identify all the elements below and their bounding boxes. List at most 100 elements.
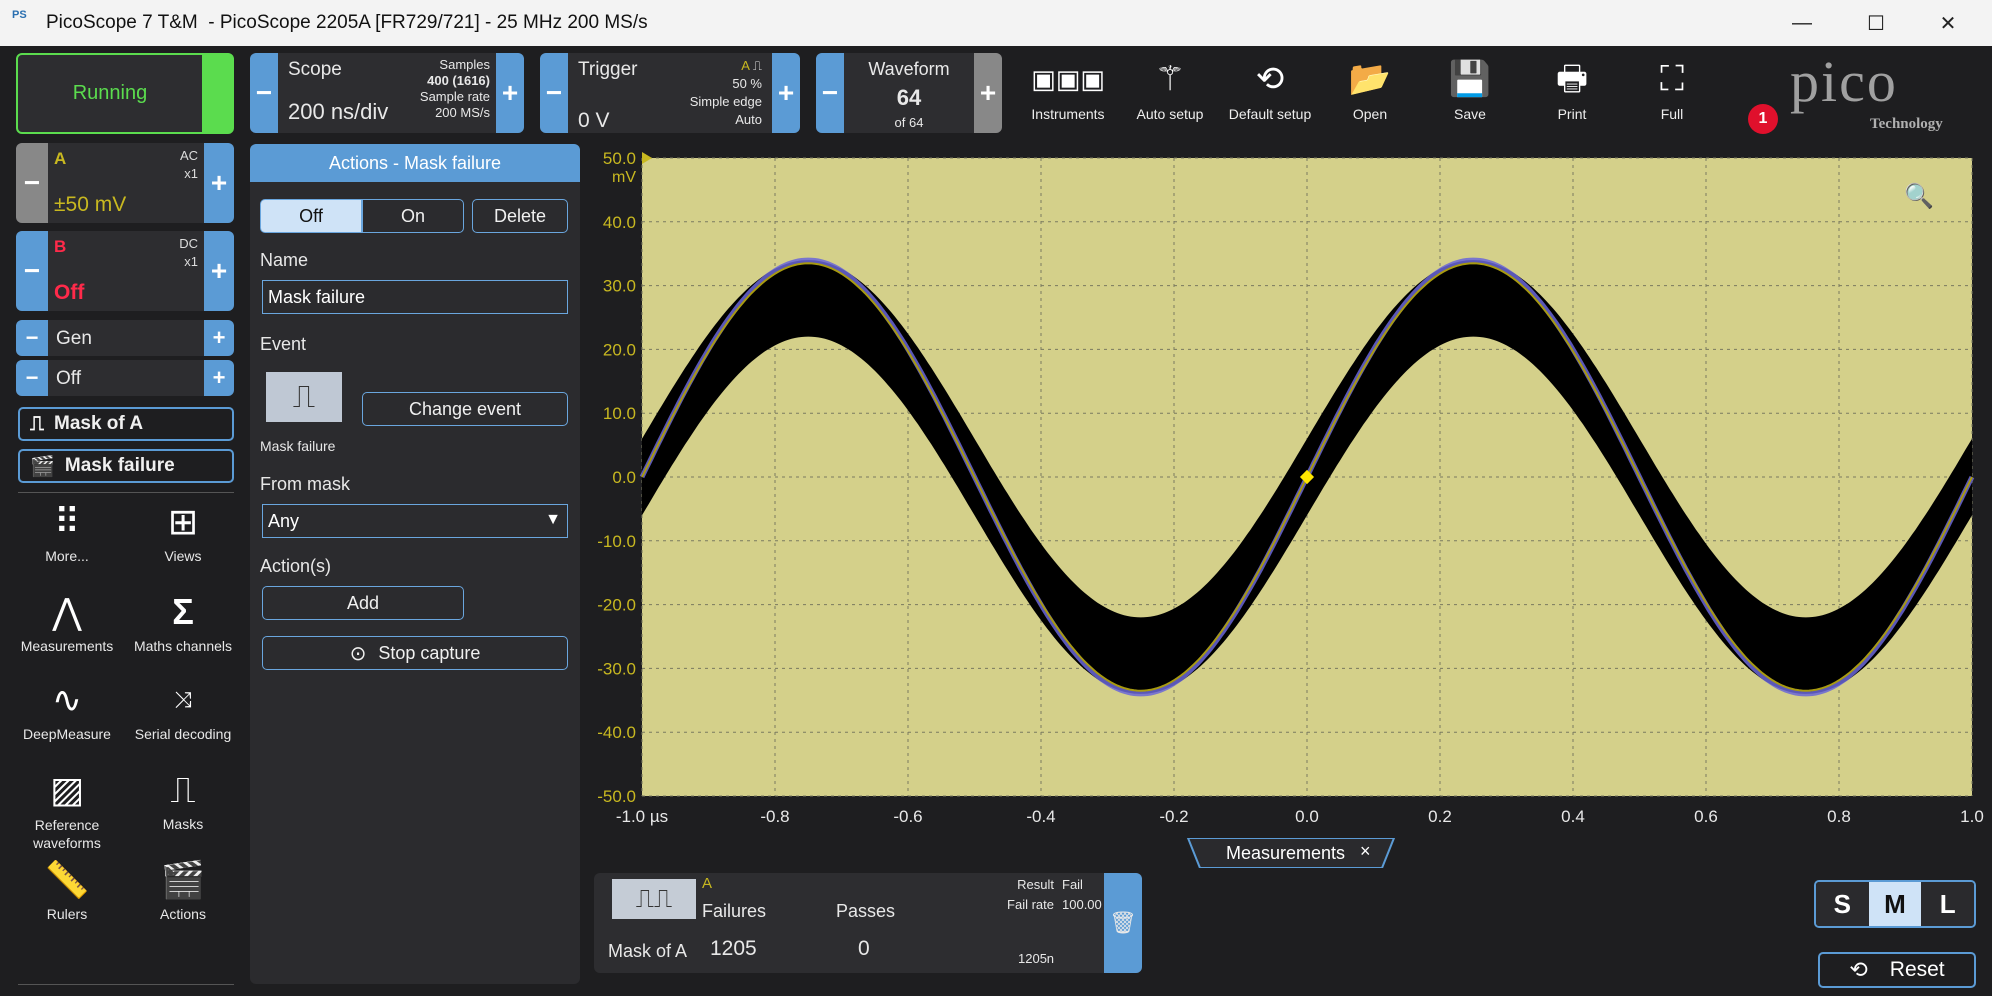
auto-setup-label: Auto setup (1136, 106, 1204, 122)
action-name-field[interactable]: Mask failure (262, 280, 568, 314)
minimize-icon[interactable]: — (1782, 8, 1822, 38)
open-button[interactable]: 📂 Open (1322, 52, 1418, 122)
size-selector[interactable]: S M L (1814, 880, 1976, 928)
zoom-in-icon[interactable]: 🔍 (1904, 182, 1934, 211)
gen-state-increase-button[interactable]: + (204, 360, 234, 396)
channel-b-probe: x1 (184, 254, 198, 269)
full-screen-button[interactable]: ⛶ Full (1624, 52, 1720, 122)
clapper-icon: 🎬 (30, 455, 55, 478)
trigger-increase-button[interactable]: + (772, 53, 800, 133)
channel-a-control[interactable]: − A AC x1 ±50 mV + (16, 143, 234, 223)
gen-increase-button[interactable]: + (204, 320, 234, 356)
save-button[interactable]: 💾 Save (1422, 52, 1518, 122)
run-stop-button[interactable]: Running (16, 53, 234, 134)
close-icon[interactable]: ✕ (1928, 8, 1968, 38)
result-labels: Result Fail rate (966, 875, 1054, 915)
print-button[interactable]: 🖶 Print (1524, 52, 1620, 122)
size-m-button[interactable]: M (1868, 882, 1922, 926)
trigger-decrease-button[interactable]: − (540, 53, 568, 133)
deepmeasure-tool-button[interactable]: ∿ DeepMeasure (12, 676, 122, 742)
x-tick-label: -0.2 (1159, 807, 1188, 826)
size-l-button[interactable]: L (1921, 882, 1974, 926)
sample-rate-label: Sample rate (419, 89, 490, 104)
deepmeasure-tool-label: DeepMeasure (23, 726, 111, 742)
x-tick-label: 1.0 (1960, 807, 1984, 826)
x-tick-label: 0.0 (1295, 807, 1319, 826)
trash-icon: 🗑 (1109, 910, 1137, 935)
y-tick-label: 10.0 (603, 404, 636, 423)
mask-failure-action-button[interactable]: 🎬 Mask failure (18, 449, 234, 483)
trigger-info: A ⎍ 50 % Simple edge Auto (690, 57, 762, 129)
timebase-decrease-button[interactable]: − (250, 53, 278, 133)
waveform-control[interactable]: − Waveform 64 of 64 + (816, 53, 1002, 133)
waveform-prev-button[interactable]: − (816, 53, 844, 133)
action-on-toggle[interactable]: On (362, 199, 464, 233)
maximize-icon[interactable]: ☐ (1856, 8, 1896, 38)
n-value: 1205 (1018, 951, 1047, 966)
channel-a-coupling: AC x1 (180, 147, 198, 183)
channel-b-decrease-button[interactable]: − (16, 231, 48, 311)
from-mask-select[interactable]: Any ▼ (262, 504, 568, 538)
waveform-next-button[interactable]: + (974, 53, 1002, 133)
actions-list-label: Action(s) (260, 556, 332, 576)
gen-control[interactable]: − Gen + (16, 320, 234, 356)
default-setup-button[interactable]: ⟲ Default setup (1222, 52, 1318, 122)
deepmeasure-icon: ∿ (51, 679, 83, 720)
serial-icon: ⤨ (174, 687, 192, 712)
auto-setup-button[interactable]: ⚚ Auto setup (1122, 52, 1218, 122)
reference-waveforms-tool-button[interactable]: ▨ Reference waveforms (12, 766, 122, 852)
mask-of-a-button[interactable]: ⎍ Mask of A (18, 407, 234, 441)
delete-action-button[interactable]: Delete (472, 199, 568, 233)
grid-icon: ⊞ (167, 501, 199, 542)
passes-value: 0 (858, 937, 870, 960)
gen-state-control[interactable]: − Off + (16, 360, 234, 396)
channel-a-increase-button[interactable]: + (204, 143, 234, 223)
gen-decrease-button[interactable]: − (16, 320, 48, 356)
delete-measurement-button[interactable]: 🗑 (1104, 873, 1142, 973)
notification-badge[interactable]: 1 (1748, 104, 1778, 134)
trigger-level: 0 V (578, 109, 610, 132)
pico-logo-text: pico (1790, 49, 1898, 114)
y-tick-label: 50.0 (603, 149, 636, 168)
close-icon[interactable]: × (1360, 841, 1371, 862)
scope-title: Scope (288, 59, 342, 80)
add-action-button[interactable]: Add (262, 586, 464, 620)
x-tick-label: 0.8 (1827, 807, 1851, 826)
instruments-button[interactable]: ▣▣▣ Instruments (1020, 52, 1116, 122)
measurements-tool-button[interactable]: ⋀ Measurements (12, 588, 122, 654)
measurements-tab[interactable]: Measurements × (1186, 838, 1396, 868)
masks-tool-button[interactable]: ⎍ Masks (128, 766, 238, 832)
maths-channels-tool-button[interactable]: Σ Maths channels (128, 588, 238, 654)
channel-a-decrease-button[interactable]: − (16, 143, 48, 223)
save-label: Save (1454, 106, 1486, 122)
rulers-tool-button[interactable]: 📏 Rulers (12, 856, 122, 922)
serial-decoding-tool-button[interactable]: ⤨ Serial decoding (128, 676, 238, 742)
views-tool-button[interactable]: ⊞ Views (128, 498, 238, 564)
y-tick-label: 20.0 (603, 340, 636, 359)
name-label: Name (260, 250, 309, 270)
scope-plot[interactable]: 50.0 40.0 30.0 20.0 10.0 0.0 -10.0 -20.0 -30.0 -4… (588, 146, 1984, 826)
actions-tool-label: Actions (160, 906, 206, 922)
reset-button[interactable]: ⟲ Reset (1818, 952, 1976, 988)
sample-rate-value: 200 MS/s (435, 105, 490, 120)
channel-a-probe: x1 (184, 166, 198, 181)
stop-capture-action[interactable]: ⊙ Stop capture (262, 636, 568, 670)
channel-b-increase-button[interactable]: + (204, 231, 234, 311)
action-off-toggle[interactable]: Off (260, 199, 362, 233)
actions-tool-button[interactable]: 🎬 Actions (128, 856, 238, 922)
size-s-button[interactable]: S (1816, 882, 1869, 926)
instruments-label: Instruments (1031, 106, 1105, 122)
scope-control[interactable]: − Scope 200 ns/div Samples 400 (1616) Sa… (250, 53, 524, 133)
reference-icon: ▨ (49, 769, 84, 810)
trigger-mode: Auto (735, 112, 762, 127)
measurements-tool-label: Measurements (20, 638, 114, 654)
gen-state-decrease-button[interactable]: − (16, 360, 48, 396)
open-label: Open (1352, 106, 1388, 122)
pico-logo-subtitle: Technology (1870, 116, 1943, 132)
scope-view[interactable]: 50.0 40.0 30.0 20.0 10.0 0.0 -10.0 -20.0 -30.0 -4… (588, 146, 1984, 826)
timebase-increase-button[interactable]: + (496, 53, 524, 133)
channel-b-control[interactable]: − B DC x1 Off + (16, 231, 234, 311)
more-tool-button[interactable]: ⠿ More... (12, 498, 122, 564)
trigger-control[interactable]: − Trigger 0 V A ⎍ 50 % Simple edge Auto … (540, 53, 800, 133)
change-event-button[interactable]: Change event (362, 392, 568, 426)
